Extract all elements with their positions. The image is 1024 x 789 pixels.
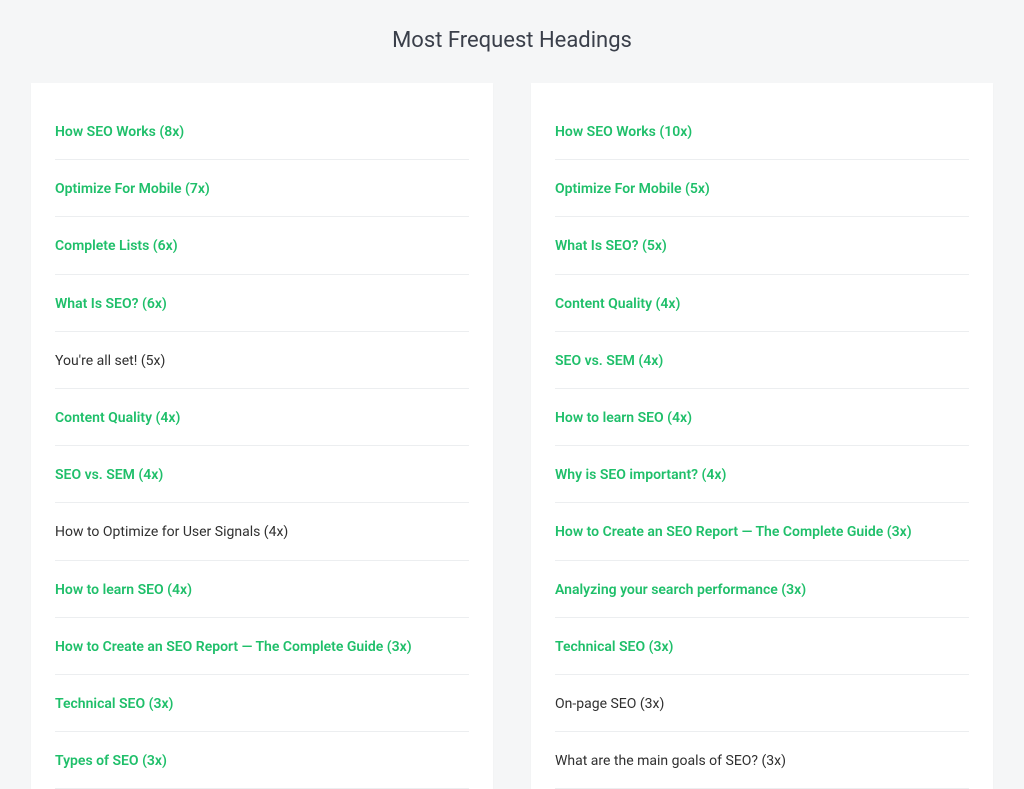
heading-row: What Is SEO? (6x) <box>55 275 469 332</box>
heading-row: Technical SEO (3x) <box>555 618 969 675</box>
heading-row: How to learn SEO (4x) <box>555 389 969 446</box>
heading-text: On-page SEO (3x) <box>555 696 664 712</box>
heading-link[interactable]: Types of SEO (3x) <box>55 753 167 769</box>
heading-link[interactable]: Optimize For Mobile (7x) <box>55 181 210 197</box>
heading-row: SEO vs. SEM (4x) <box>555 332 969 389</box>
heading-link[interactable]: Why is SEO important? (4x) <box>555 467 726 483</box>
heading-link[interactable]: SEO vs. SEM (4x) <box>555 353 663 369</box>
heading-link[interactable]: Analyzing your search performance (3x) <box>555 582 806 598</box>
heading-link[interactable]: How to Create an SEO Report — The Comple… <box>55 639 412 655</box>
heading-row: Content Quality (4x) <box>55 389 469 446</box>
heading-row: How to Create an SEO Report — The Comple… <box>555 503 969 560</box>
headings-card-right: How SEO Works (10x) Optimize For Mobile (… <box>531 83 993 789</box>
heading-link[interactable]: Complete Lists (6x) <box>55 238 178 254</box>
heading-row: How SEO Works (8x) <box>55 83 469 160</box>
heading-row: Technical SEO (3x) <box>55 675 469 732</box>
heading-link[interactable]: Technical SEO (3x) <box>55 696 173 712</box>
heading-link[interactable]: Optimize For Mobile (5x) <box>555 181 710 197</box>
headings-card-left: How SEO Works (8x) Optimize For Mobile (7… <box>31 83 493 789</box>
heading-row: Content Quality (4x) <box>555 275 969 332</box>
heading-link[interactable]: How to Create an SEO Report — The Comple… <box>555 524 912 540</box>
heading-link[interactable]: How to learn SEO (4x) <box>55 582 192 598</box>
heading-row: What are the main goals of SEO? (3x) <box>555 732 969 789</box>
heading-link[interactable]: What Is SEO? (6x) <box>55 296 167 312</box>
heading-row: Optimize For Mobile (7x) <box>55 160 469 217</box>
heading-text: How to Optimize for User Signals (4x) <box>55 524 288 540</box>
heading-link[interactable]: How to learn SEO (4x) <box>555 410 692 426</box>
heading-link[interactable]: Content Quality (4x) <box>55 410 180 426</box>
heading-link[interactable]: What Is SEO? (5x) <box>555 238 667 254</box>
heading-link[interactable]: How SEO Works (10x) <box>555 124 692 140</box>
page-title: Most Frequest Headings <box>0 0 1024 83</box>
heading-row: Analyzing your search performance (3x) <box>555 561 969 618</box>
heading-row: What Is SEO? (5x) <box>555 217 969 274</box>
heading-row: Complete Lists (6x) <box>55 217 469 274</box>
heading-row: How to Optimize for User Signals (4x) <box>55 503 469 560</box>
heading-row: You're all set! (5x) <box>55 332 469 389</box>
heading-row: How to Create an SEO Report — The Comple… <box>55 618 469 675</box>
heading-text: You're all set! (5x) <box>55 353 165 369</box>
heading-row: SEO vs. SEM (4x) <box>55 446 469 503</box>
heading-row: How to learn SEO (4x) <box>55 561 469 618</box>
heading-text: What are the main goals of SEO? (3x) <box>555 753 786 769</box>
heading-row: Optimize For Mobile (5x) <box>555 160 969 217</box>
heading-row: How SEO Works (10x) <box>555 83 969 160</box>
heading-row: Why is SEO important? (4x) <box>555 446 969 503</box>
heading-link[interactable]: How SEO Works (8x) <box>55 124 184 140</box>
heading-row: On-page SEO (3x) <box>555 675 969 732</box>
heading-row: Types of SEO (3x) <box>55 732 469 789</box>
heading-link[interactable]: SEO vs. SEM (4x) <box>55 467 163 483</box>
headings-columns: How SEO Works (8x) Optimize For Mobile (7… <box>0 83 1024 789</box>
heading-link[interactable]: Technical SEO (3x) <box>555 639 673 655</box>
heading-link[interactable]: Content Quality (4x) <box>555 296 680 312</box>
